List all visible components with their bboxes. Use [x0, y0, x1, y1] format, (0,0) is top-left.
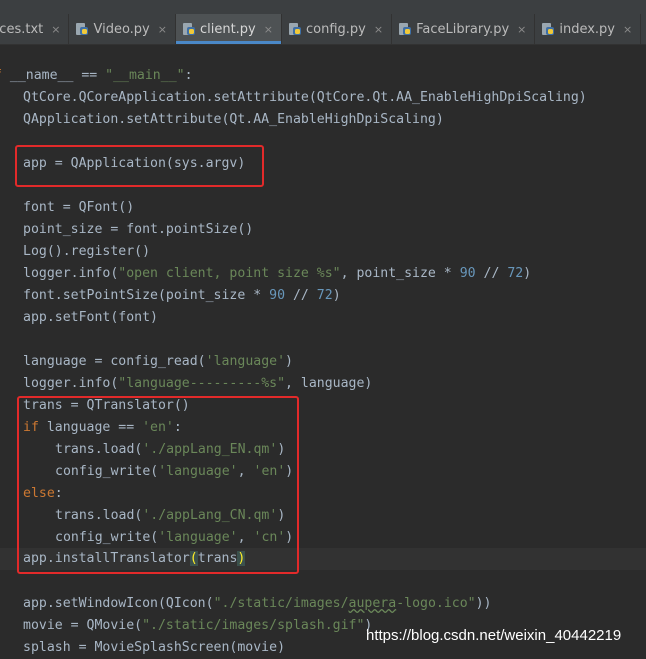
code-editor[interactable]: f __name__ == "__main__": QtCore.QCoreAp…	[0, 45, 646, 657]
python-file-icon	[76, 23, 89, 35]
tab-label: FaceLibrary.py	[416, 21, 510, 37]
code-line-26: movie = QMovie("./static/images/splash.g…	[23, 618, 373, 633]
code-line-14: language = config_read('language')	[23, 354, 293, 369]
close-icon[interactable]: ×	[51, 23, 60, 36]
code-line-11: font.setPointSize(point_size * 90 // 72)	[23, 288, 341, 303]
tab-index-py[interactable]: index.py ×	[535, 14, 642, 44]
code-line-8: point_size = font.pointSize()	[23, 222, 254, 237]
code-line-1: f __name__ == "__main__":	[0, 68, 193, 83]
code-line-25: app.setWindowIcon(QIcon("./static/images…	[23, 596, 492, 611]
close-icon[interactable]: ×	[623, 23, 632, 36]
tab-config-py[interactable]: config.py ×	[282, 14, 393, 44]
tab-label: client.py	[199, 21, 256, 37]
tab-label: index.py	[559, 21, 616, 37]
close-icon[interactable]: ×	[158, 23, 167, 36]
python-file-icon	[399, 23, 412, 35]
tab-http[interactable]: http	[641, 14, 646, 44]
code-line-27: splash = MovieSplashScreen(movie)	[23, 640, 286, 655]
python-file-icon	[288, 23, 301, 35]
code-line-9: Log().register()	[23, 244, 151, 259]
code-line-10: logger.info("open client, point size %s"…	[23, 266, 532, 281]
annotation-box-translator	[17, 396, 299, 574]
tab-urces-txt[interactable]: urces.txt ×	[0, 14, 70, 44]
tab-facelibrary-py[interactable]: FaceLibrary.py ×	[392, 14, 536, 44]
code-line-3: QApplication.setAttribute(Qt.AA_EnableHi…	[23, 112, 444, 127]
tab-label: Video.py	[93, 21, 150, 37]
editor-tab-bar: urces.txt × Video.py × client.py × confi…	[0, 0, 646, 45]
close-icon[interactable]: ×	[374, 23, 383, 36]
annotation-box-qapplication	[15, 145, 264, 187]
tab-label: config.py	[305, 21, 366, 37]
code-line-12: app.setFont(font)	[23, 310, 158, 325]
tab-list: urces.txt × Video.py × client.py × confi…	[0, 14, 646, 44]
close-icon[interactable]: ×	[517, 23, 526, 36]
watermark-url: https://blog.csdn.net/weixin_40442219	[366, 627, 622, 644]
python-file-icon	[542, 23, 555, 35]
close-icon[interactable]: ×	[264, 23, 273, 36]
tab-client-py[interactable]: client.py ×	[175, 14, 282, 44]
code-line-2: QtCore.QCoreApplication.setAttribute(QtC…	[23, 90, 587, 105]
python-file-icon	[182, 23, 195, 35]
tab-label: urces.txt	[0, 21, 44, 37]
code-line-15: logger.info("language---------%s", langu…	[23, 376, 373, 391]
code-line-7: font = QFont()	[23, 200, 135, 215]
tab-video-py[interactable]: Video.py ×	[69, 14, 176, 44]
